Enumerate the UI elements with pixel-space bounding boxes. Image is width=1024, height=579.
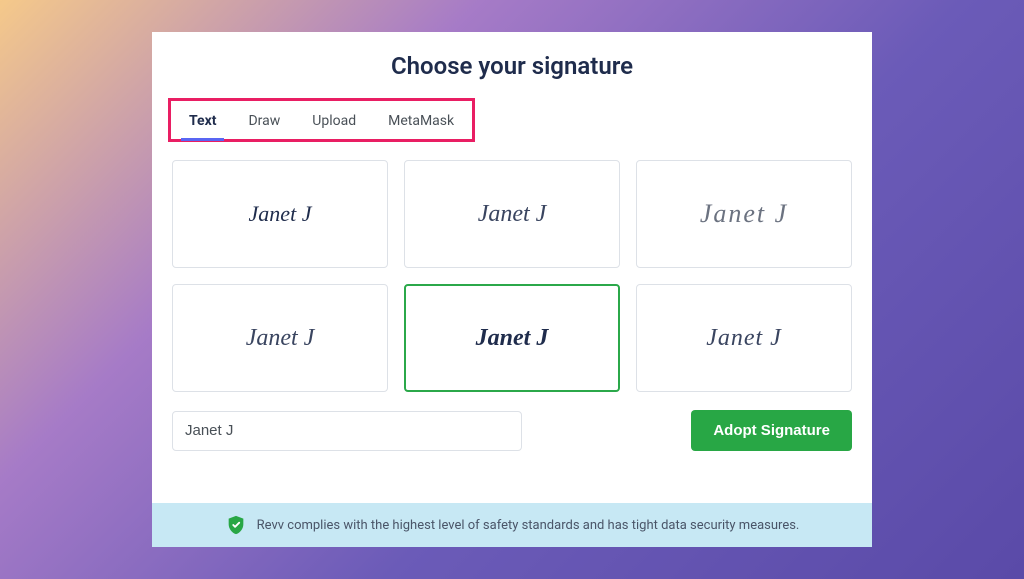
- signature-name-input[interactable]: [172, 411, 522, 451]
- signature-preview: Janet J: [246, 325, 315, 352]
- signature-option[interactable]: Janet J: [636, 160, 852, 268]
- signature-option[interactable]: Janet J: [172, 284, 388, 392]
- signature-option[interactable]: Janet J: [404, 160, 620, 268]
- signature-modal: Choose your signature Text Draw Upload M…: [152, 32, 872, 547]
- tab-upload[interactable]: Upload: [296, 103, 372, 139]
- signature-option[interactable]: Janet J: [636, 284, 852, 392]
- security-bar: Revv complies with the highest level of …: [152, 503, 872, 547]
- footer-controls: Adopt Signature: [152, 392, 872, 451]
- signature-preview: Janet J: [700, 199, 788, 229]
- tabs-highlight-box: Text Draw Upload MetaMask: [168, 98, 475, 142]
- shield-check-icon: [225, 514, 247, 536]
- tab-draw[interactable]: Draw: [232, 103, 296, 139]
- signature-option[interactable]: Janet J: [172, 160, 388, 268]
- tab-metamask[interactable]: MetaMask: [372, 103, 470, 139]
- signature-option[interactable]: Janet J: [404, 284, 620, 392]
- signature-preview: Janet J: [706, 325, 782, 352]
- modal-body: Choose your signature Text Draw Upload M…: [152, 32, 872, 503]
- signature-preview: Janet J: [478, 201, 547, 228]
- adopt-signature-button[interactable]: Adopt Signature: [691, 410, 852, 451]
- modal-title: Choose your signature: [152, 52, 872, 80]
- signature-preview: Janet J: [476, 325, 549, 352]
- signature-preview: Janet J: [249, 201, 312, 227]
- signature-grid: Janet J Janet J Janet J Janet J Janet J …: [152, 142, 872, 392]
- security-message: Revv complies with the highest level of …: [257, 518, 800, 533]
- tab-text[interactable]: Text: [173, 103, 232, 139]
- tabs-row: Text Draw Upload MetaMask: [173, 103, 470, 139]
